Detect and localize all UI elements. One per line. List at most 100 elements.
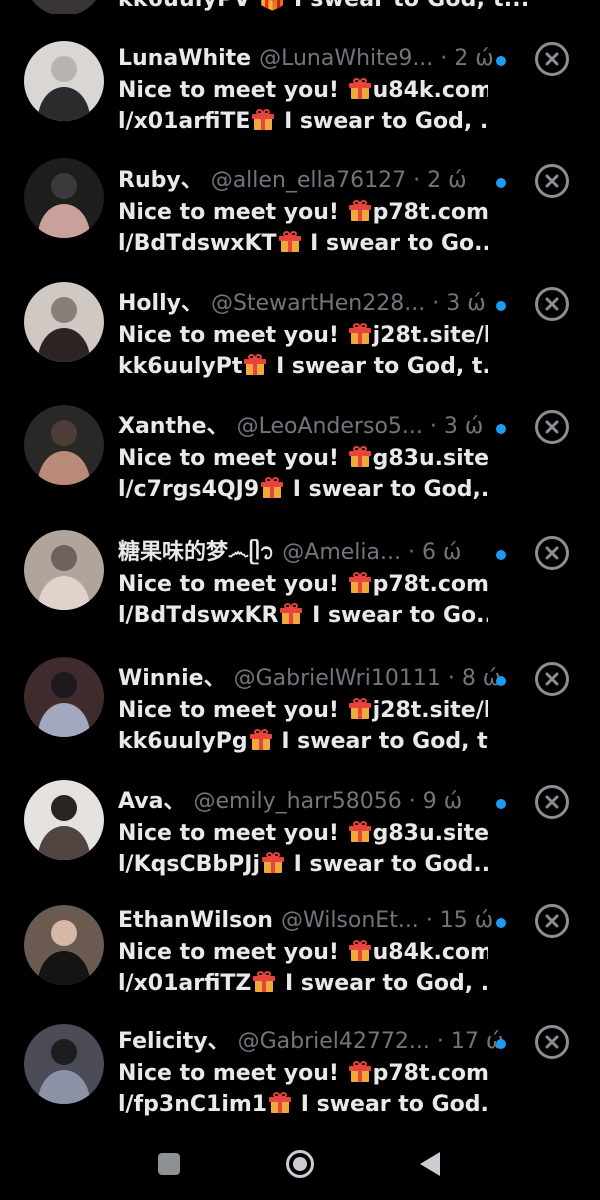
display-name[interactable]: Ava、 bbox=[118, 789, 185, 814]
avatar[interactable] bbox=[24, 41, 104, 121]
message-link[interactable]: l/x01arfiTZ bbox=[118, 971, 251, 996]
display-name[interactable]: LunaWhite bbox=[118, 46, 251, 71]
message-text: I swear to God,... bbox=[285, 477, 488, 502]
message-text: Nice to meet you! bbox=[118, 78, 347, 103]
notification-item[interactable]: LunaWhite @LunaWhite9... · 2 ώ Nice to mee… bbox=[0, 41, 600, 154]
unread-dot-icon bbox=[496, 56, 506, 66]
gift-icon bbox=[252, 109, 275, 131]
notification-header: Xanthe、 @LeoAnderso5... · 3 ώ bbox=[118, 412, 528, 442]
notification-header: LunaWhite @LunaWhite9... · 2 ώ bbox=[118, 44, 528, 74]
notification-message[interactable]: Nice to meet you! p78t.com/l/fp3nC1im1 I… bbox=[118, 1058, 488, 1120]
message-link[interactable]: j28t.site/l/ bbox=[373, 698, 488, 723]
notification-header: Ruby、 @allen_ella76127 · 2 ώ bbox=[118, 166, 528, 196]
message-link[interactable]: p78t.com/ bbox=[373, 572, 488, 597]
unread-dot-icon bbox=[496, 799, 506, 809]
user-handle: @emily_harr58056 bbox=[193, 789, 402, 814]
user-handle: @Amelia... bbox=[282, 540, 401, 565]
notification-header: Holly、 @StewartHen228... · 3 ώ bbox=[118, 289, 528, 319]
avatar[interactable] bbox=[24, 282, 104, 362]
notification-item[interactable]: Xanthe、 @LeoAnderso5... · 3 ώ Nice to meet… bbox=[0, 405, 600, 522]
notification-header: Winnie、 @GabrielWri10111 · 8 ώ bbox=[118, 664, 528, 694]
notification-item[interactable]: Holly、 @StewartHen228... · 3 ώ Nice to mee… bbox=[0, 282, 600, 399]
message-link[interactable]: kk6uulyPg bbox=[118, 729, 248, 754]
message-text: I swear to Go... bbox=[304, 603, 488, 628]
message-link[interactable]: l/x01arfiTE bbox=[118, 109, 250, 134]
close-icon[interactable] bbox=[535, 662, 569, 696]
message-link[interactable]: g83u.site/ bbox=[373, 821, 488, 846]
display-name[interactable]: Xanthe、 bbox=[118, 414, 229, 439]
message-link[interactable]: l/BdTdswxKT bbox=[118, 231, 277, 256]
gift-icon bbox=[280, 603, 303, 625]
notification-message[interactable]: Nice to meet you! g83u.site/l/c7rgs4QJ9 … bbox=[118, 443, 488, 505]
message-link[interactable]: u84k.com/ bbox=[373, 940, 488, 965]
avatar[interactable] bbox=[24, 405, 104, 485]
notification-message[interactable]: Nice to meet you! g83u.site/l/KqsCBbPJj … bbox=[118, 818, 488, 880]
message-link[interactable]: u84k.com/ bbox=[373, 78, 488, 103]
gift-icon bbox=[253, 971, 276, 993]
notification-message[interactable]: Nice to meet you! p78t.com/l/BdTdswxKT I… bbox=[118, 197, 488, 259]
gift-icon bbox=[348, 821, 371, 843]
message-link[interactable]: l/fp3nC1im1 bbox=[118, 1092, 267, 1117]
gift-icon bbox=[348, 940, 371, 962]
close-icon[interactable] bbox=[535, 42, 569, 76]
avatar[interactable] bbox=[24, 905, 104, 985]
unread-dot-icon bbox=[496, 918, 506, 928]
message-link[interactable]: j28t.site/l/ bbox=[373, 323, 488, 348]
notification-message[interactable]: Nice to meet you! j28t.site/l/kk6uulyPg … bbox=[118, 695, 488, 757]
notification-item[interactable]: Ava、 @emily_harr58056 · 9 ώ Nice to meet y… bbox=[0, 780, 600, 897]
message-link[interactable]: p78t.com/ bbox=[373, 200, 488, 225]
gift-icon bbox=[348, 1061, 371, 1083]
notification-item[interactable]: EthanWilson @WilsonEt... · 15 ώ Nice to me… bbox=[0, 904, 600, 1016]
message-link[interactable]: l/c7rgs4QJ9 bbox=[118, 477, 259, 502]
notification-header: Ava、 @emily_harr58056 · 9 ώ bbox=[118, 787, 528, 817]
notification-item[interactable]: Ruby、 @allen_ella76127 · 2 ώ Nice to meet … bbox=[0, 158, 600, 276]
close-icon[interactable] bbox=[535, 287, 569, 321]
user-handle: @WilsonEt... bbox=[280, 908, 419, 933]
unread-dot-icon bbox=[496, 676, 506, 686]
gift-icon bbox=[261, 477, 284, 499]
close-icon[interactable] bbox=[535, 164, 569, 198]
notification-item[interactable]: Felicity、 @Gabriel42772... · 17 ώ Nice to … bbox=[0, 1024, 600, 1137]
display-name[interactable]: Winnie、 bbox=[118, 666, 226, 691]
circle-home-icon[interactable] bbox=[285, 1149, 315, 1179]
close-icon[interactable] bbox=[535, 536, 569, 570]
display-name[interactable]: EthanWilson bbox=[118, 908, 273, 933]
avatar[interactable] bbox=[24, 158, 104, 238]
notification-item[interactable]: Winnie、 @GabrielWri10111 · 8 ώ Nice to mee… bbox=[0, 657, 600, 774]
notification-item[interactable]: 糖果味的梦෴ᥫ᭡ @Amelia... · 6 ώ Nice to meet you… bbox=[0, 530, 600, 648]
previous-notification-partial: kk6uulyPV 🎁 I swear to God, t... bbox=[0, 0, 600, 14]
message-link[interactable]: l/BdTdswxKR bbox=[118, 603, 278, 628]
avatar[interactable] bbox=[24, 657, 104, 737]
notification-message[interactable]: Nice to meet you! u84k.com/l/x01arfiTZ I… bbox=[118, 937, 488, 999]
message-link[interactable]: kk6uulyPt bbox=[118, 354, 242, 379]
avatar[interactable] bbox=[24, 780, 104, 860]
avatar[interactable] bbox=[24, 530, 104, 610]
message-text: Nice to meet you! bbox=[118, 200, 347, 225]
close-icon[interactable] bbox=[535, 410, 569, 444]
close-icon[interactable] bbox=[535, 785, 569, 819]
message-link[interactable]: g83u.site/ bbox=[373, 446, 488, 471]
message-link[interactable]: p78t.com/ bbox=[373, 1061, 488, 1086]
display-name[interactable]: 糖果味的梦෴ᥫ᭡ bbox=[118, 540, 274, 565]
close-icon[interactable] bbox=[535, 1025, 569, 1059]
gift-icon bbox=[348, 446, 371, 468]
notification-header: Felicity、 @Gabriel42772... · 17 ώ bbox=[118, 1027, 528, 1057]
message-text: Nice to meet you! bbox=[118, 446, 347, 471]
message-text: Nice to meet you! bbox=[118, 698, 347, 723]
notification-message[interactable]: Nice to meet you! u84k.com/l/x01arfiTE I… bbox=[118, 75, 488, 137]
triangle-back-icon[interactable] bbox=[418, 1150, 442, 1178]
unread-dot-icon bbox=[496, 1039, 506, 1049]
message-link[interactable]: l/KqsCBbPJj bbox=[118, 852, 260, 877]
display-name[interactable]: Ruby、 bbox=[118, 168, 203, 193]
timestamp: · 6 ώ bbox=[407, 540, 462, 565]
display-name[interactable]: Holly、 bbox=[118, 291, 203, 316]
timestamp: · 2 ώ bbox=[440, 46, 494, 71]
timestamp: · 15 ώ bbox=[425, 908, 494, 933]
display-name[interactable]: Felicity、 bbox=[118, 1029, 230, 1054]
message-text: Nice to meet you! bbox=[118, 940, 347, 965]
notification-message[interactable]: Nice to meet you! j28t.site/l/kk6uulyPt … bbox=[118, 320, 488, 382]
notification-message[interactable]: Nice to meet you! p78t.com/l/BdTdswxKR I… bbox=[118, 569, 488, 631]
square-icon[interactable] bbox=[158, 1153, 180, 1175]
avatar[interactable] bbox=[24, 1024, 104, 1104]
close-icon[interactable] bbox=[535, 904, 569, 938]
